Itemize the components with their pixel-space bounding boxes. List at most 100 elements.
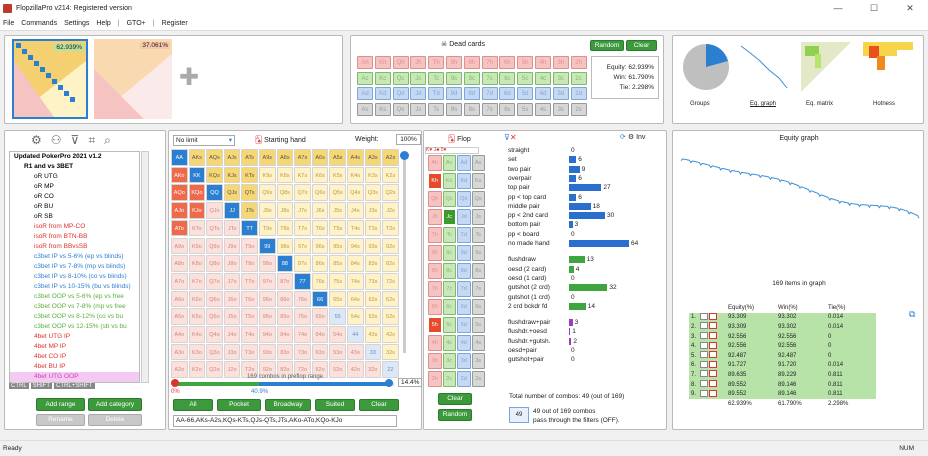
hand-cell[interactable]: A7o [171,272,188,290]
equity-row[interactable]: 1. 93.309 93.302 0.014 [689,312,877,323]
flop-card[interactable]: Jh [428,209,442,225]
hand-cell[interactable]: ATs [241,149,258,166]
flop-card[interactable]: 5c [442,317,456,333]
hand-cell[interactable]: 65o [311,308,329,325]
flop-card[interactable]: 5h [428,317,442,333]
dead-card[interactable]: 3s [552,102,569,116]
hand-cell[interactable]: 43o [347,343,364,361]
flop-card[interactable]: Qc [442,191,456,207]
hand-cell[interactable]: K9o [188,237,206,255]
hand-cell[interactable]: 32s [382,343,399,361]
dead-card[interactable]: 5d [517,87,534,100]
filter-g1-label[interactable]: overpair [508,174,531,183]
hand-cell[interactable]: 99 [259,237,276,255]
flop-card[interactable]: Qs [471,191,485,207]
dead-card[interactable]: 8s [463,102,480,116]
dead-card[interactable]: 6s [499,102,516,116]
hand-cell[interactable]: 95s [329,237,346,255]
dead-card[interactable]: 6d [499,87,516,100]
range-suited-button[interactable]: Suited [315,399,355,411]
hand-cell[interactable]: 93s [364,237,382,255]
dead-card[interactable]: Tc [428,71,445,85]
tree-item[interactable]: c3bet OOP vs 5-6% (ep vs free [10,292,139,302]
hand-cell[interactable]: 96s [311,237,329,255]
menu-file[interactable]: File [3,20,14,27]
flop-card[interactable]: 9d [457,245,471,261]
tree-item[interactable]: c3bet OOP vs 7-8% (mp vs free [10,302,139,312]
flop-card[interactable]: 7c [442,281,456,297]
hand-cell[interactable]: Q6s [311,184,329,202]
dead-card[interactable]: 8h [463,56,480,69]
hand-cell[interactable]: T9s [259,219,276,237]
dead-card[interactable]: Ah [357,56,373,69]
hand-cell[interactable]: Q8s [276,184,294,202]
flop-card[interactable]: Jd [457,209,471,225]
flop-card[interactable]: 4c [442,335,456,351]
dead-random-button[interactable]: Random [590,40,624,51]
hand-cell[interactable]: T6o [241,290,258,308]
flop-card[interactable]: 4s [471,335,485,351]
hand-cell[interactable]: A5s [329,149,346,166]
hand-cell[interactable]: 76s [311,272,329,290]
hand-cell[interactable]: A6s [311,149,329,166]
hand-cell[interactable]: 98o [259,255,276,272]
hand-cell[interactable]: T7o [241,272,258,290]
dead-card[interactable]: 2d [570,87,587,100]
filter-g2-label[interactable]: flushdraw [508,255,536,264]
hand-cell[interactable]: T8s [276,219,294,237]
filter-g2-label[interactable]: gutshot (1 crd) [508,293,550,302]
flop-card[interactable]: 4h [428,335,442,351]
flop-card[interactable]: 2s [471,371,485,387]
flop-clear-button[interactable]: Clear [438,393,472,405]
hand-cell[interactable]: Q7s [294,184,311,202]
hand-cell[interactable]: QJo [206,202,223,219]
hand-cell[interactable]: A7s [294,149,311,166]
hand-cell[interactable]: KK [188,166,206,184]
hand-cell[interactable]: Q3s [364,184,382,202]
dead-card[interactable]: 4h [535,56,551,69]
hand-cell[interactable]: TT [241,219,258,237]
flop-card[interactable]: 2h [428,371,442,387]
hand-cell[interactable]: 53s [364,308,382,325]
hand-cell[interactable]: A2s [382,149,399,166]
flop-card[interactable]: 3h [428,353,442,369]
hand-cell[interactable]: A9o [171,237,188,255]
filter-g3-label[interactable]: gutshot+pair [508,355,544,364]
hand-cell[interactable]: 95o [259,308,276,325]
hand-cell[interactable]: T2s [382,219,399,237]
hand-cell[interactable]: K3o [188,343,206,361]
dead-card[interactable]: 2s [570,102,587,116]
hand-cell[interactable]: KTs [241,166,258,184]
hand-cell[interactable]: 76o [294,290,311,308]
hand-cell[interactable]: KTo [188,219,206,237]
hand-cell[interactable]: K7o [188,272,206,290]
range-slider-min-handle[interactable] [171,379,179,387]
filter-g1-label[interactable]: pp < board [508,230,539,239]
flop-card[interactable]: 8c [442,263,456,279]
dead-card[interactable]: Kc [374,71,391,85]
flop-card[interactable]: Qh [428,191,442,207]
hand-cell[interactable]: K6s [311,166,329,184]
hand-cell[interactable]: J9s [259,202,276,219]
hand-cell[interactable]: K5s [329,166,346,184]
filter-g1-label[interactable]: set [508,155,517,164]
mod-ctrl-shift[interactable]: CTRL+SHIFT [54,383,95,389]
equity-row[interactable]: 7. 89.635 89.229 0.811 [689,370,877,380]
hand-cell[interactable]: T5o [241,308,258,325]
filter-g1-label[interactable]: straight [508,146,529,155]
hand-cell[interactable]: JTs [241,202,258,219]
dead-card[interactable]: 7s [481,102,498,116]
equity-row[interactable]: 5. 92.487 92.487 0 [689,350,877,361]
tree-item[interactable]: oR CO [10,192,139,202]
range-all-button[interactable]: All [173,399,213,411]
range-thumb-b[interactable]: 37.061% [94,39,172,119]
flop-card[interactable]: Th [428,227,442,243]
hand-cell[interactable]: A4o [171,326,188,343]
flop-card[interactable]: Ad [457,155,471,171]
hand-cell[interactable]: 44 [347,326,364,343]
tree-item[interactable]: oR MP [10,182,139,192]
flop-card[interactable]: Kd [457,173,471,189]
hand-cell[interactable]: 64s [347,290,364,308]
dead-card[interactable]: 4d [535,87,551,100]
hand-cell[interactable]: 83o [276,343,294,361]
